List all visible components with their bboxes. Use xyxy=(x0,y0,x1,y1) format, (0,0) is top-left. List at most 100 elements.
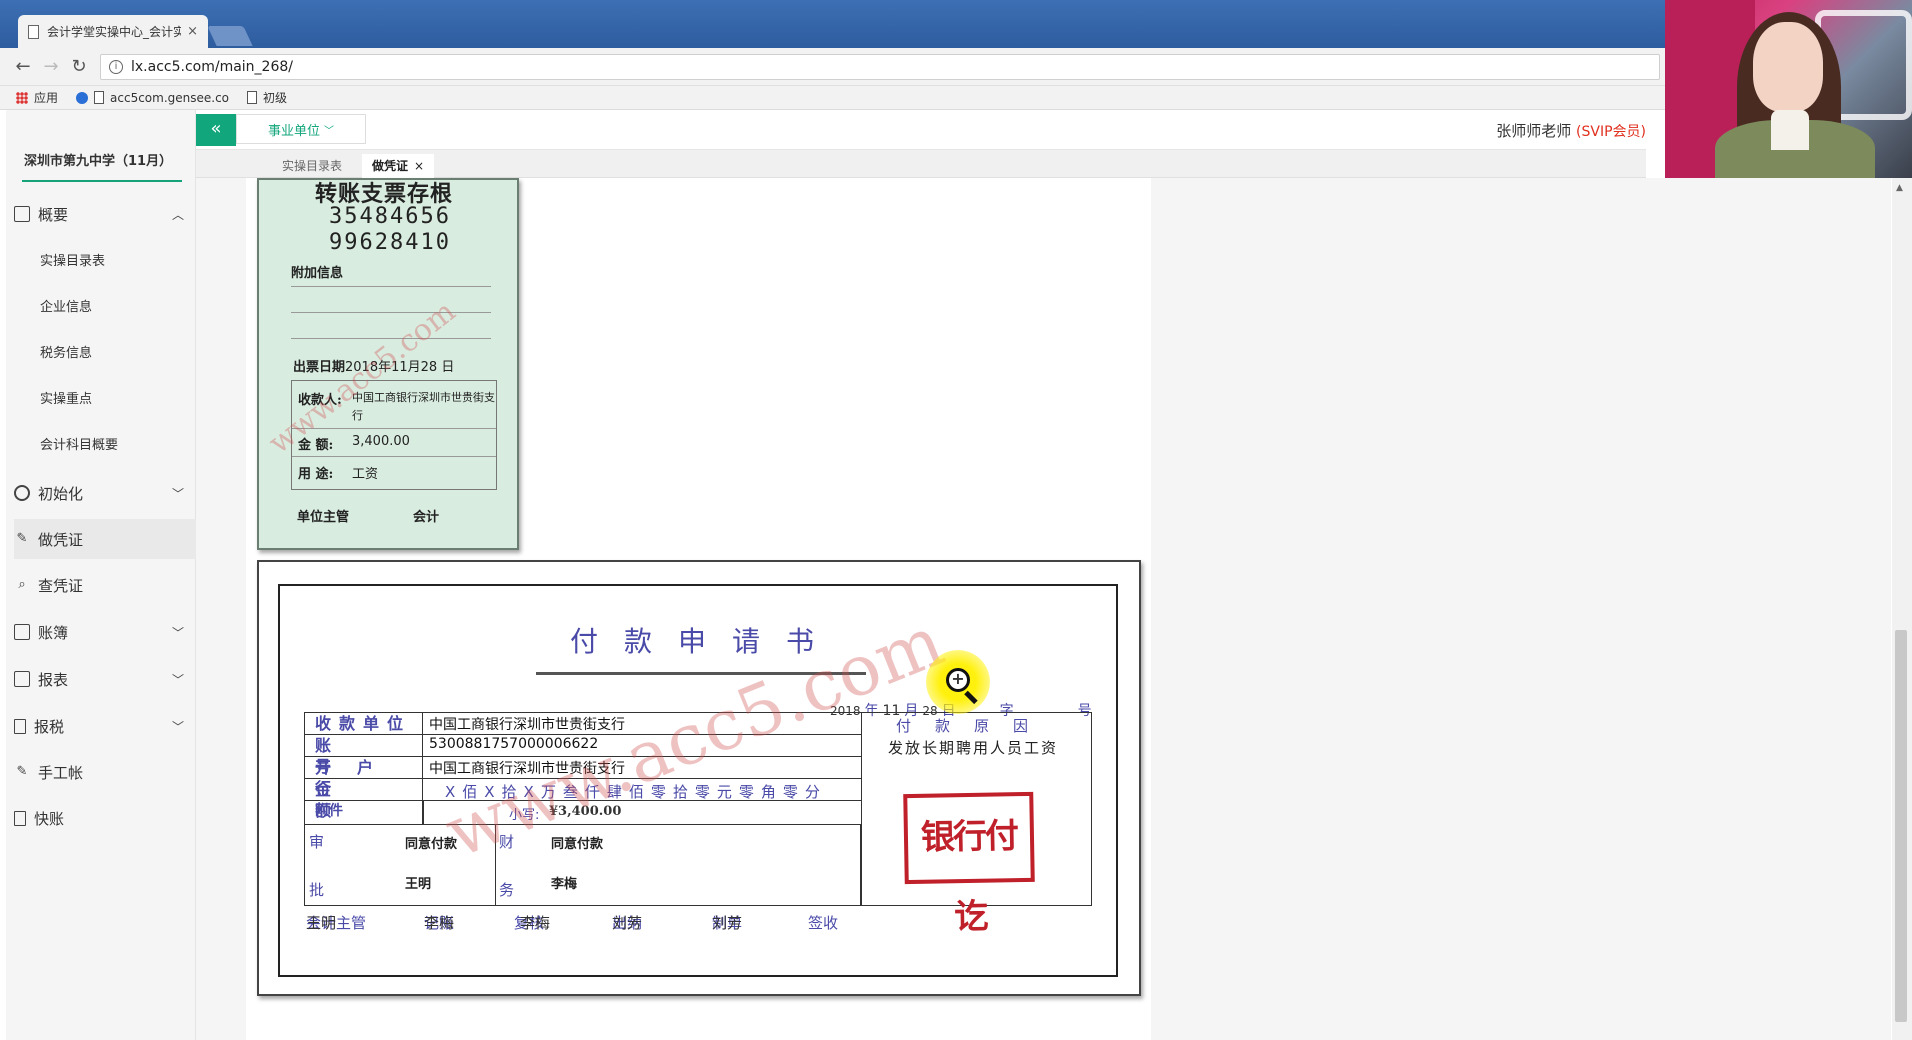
new-tab-button[interactable] xyxy=(207,26,253,46)
menu-ledger[interactable]: 账簿 ﹀ xyxy=(14,612,196,652)
unit-type-select[interactable]: 事业单位 ﹀ xyxy=(236,114,366,144)
bookmarks-bar: 应用 acc5com.gensee.co 初级 xyxy=(0,86,1912,110)
title-underline xyxy=(536,672,866,675)
approval-label: 财 xyxy=(499,833,515,851)
stub-amount-label: 金 额: xyxy=(298,438,334,453)
submenu-accounts-overview[interactable]: 会计科目概要 xyxy=(40,434,118,453)
bank-paid-stamp: 银行付讫 xyxy=(903,791,1035,937)
stub-payee-value: 中国工商银行深圳市世贵街支行 xyxy=(352,391,495,422)
screen: 会计学堂实操中心_会计实 × ← → ↻ i lx.acc5.com/main_… xyxy=(0,0,1912,1040)
scrollbar-thumb[interactable] xyxy=(1895,630,1907,1022)
stub-amount-row: 金 额: 3,400.00 xyxy=(292,429,496,457)
app-topbar: « 事业单位 ﹀ 张师师老师 (SVIP会员) xyxy=(196,110,1646,150)
menu-manual-ledger[interactable]: ✎ 手工帐 xyxy=(14,752,196,792)
user-info[interactable]: 张师师老师 (SVIP会员) xyxy=(1496,120,1646,141)
reload-icon[interactable]: ↻ xyxy=(68,57,90,77)
tab-label: 实操目录表 xyxy=(282,159,343,173)
scroll-up-icon[interactable]: ▲ xyxy=(1896,183,1903,193)
back-icon[interactable]: ← xyxy=(12,57,34,77)
field-label: 金额 xyxy=(305,779,423,820)
form-row-account: 账号 5300881757000006622 xyxy=(305,735,861,776)
reason-column: 付款原因 发放长期聘用人员工资 银行付讫 xyxy=(861,713,1093,937)
browser-tab[interactable]: 会计学堂实操中心_会计实 × xyxy=(18,15,208,48)
chevron-down-icon: ﹀ xyxy=(324,125,334,137)
field-value: 中国工商银行深圳市世贵街支行 xyxy=(429,761,625,777)
form-row-attachment: 附件 小写: ¥3,400.00 xyxy=(305,801,861,825)
stub-amount-value: 3,400.00 xyxy=(352,434,410,449)
report-icon xyxy=(14,671,30,687)
cheque-stub-image: 转账支票存根 35484656 99628410 附加信息 出票日期2018年1… xyxy=(257,178,519,550)
menu-quick-ledger[interactable]: 快账 xyxy=(14,798,196,838)
user-name: 张师师老师 xyxy=(1496,122,1572,140)
footer-value: 李梅 xyxy=(424,914,455,932)
apps-icon xyxy=(16,91,28,104)
form-table: 收款单位 中国工商银行深圳市世贵街支行 账号 53008817570000066… xyxy=(304,712,1093,937)
field-value: 5300881757000006622 xyxy=(429,736,599,752)
footer-value: 王明 xyxy=(306,914,337,932)
stub-extra-info-label: 附加信息 xyxy=(291,266,344,281)
field-label: 账号 xyxy=(305,735,423,776)
menu-make-voucher[interactable]: ✎ 做凭证 xyxy=(14,519,196,559)
info-icon[interactable]: i xyxy=(109,60,123,74)
small-amount-value: ¥3,400.00 xyxy=(549,804,622,819)
collapse-sidebar-button[interactable]: « xyxy=(196,114,236,146)
payment-form: 付款申请书 2018年11月28日字号 收款单位 中国工商银行深圳市世贵街支行 … xyxy=(278,584,1118,977)
stub-issue-date-label: 出票日期 xyxy=(293,360,346,375)
gear-icon xyxy=(14,485,30,501)
stub-supervisor-label: 单位主管 xyxy=(297,510,350,525)
field-label: 开户行 xyxy=(305,757,423,798)
paw-icon xyxy=(76,91,89,104)
bookmark-gensee[interactable]: acc5com.gensee.co xyxy=(76,91,229,105)
submenu-company-info[interactable]: 企业信息 xyxy=(40,296,92,315)
url-text: lx.acc5.com/main_268/ xyxy=(131,59,293,75)
form-row-amount: 金额 X佰X拾X万叁仟肆佰零拾零元零角零分 xyxy=(305,779,861,820)
menu-tax[interactable]: 报税 ﹀ xyxy=(14,706,196,746)
stub-issue-date: 出票日期2018年11月28 日 xyxy=(293,356,454,375)
content-left-gutter xyxy=(196,178,246,1040)
reason-header: 付款原因 xyxy=(896,717,1053,735)
content-right-gutter xyxy=(1151,178,1891,1040)
tab-catalog[interactable]: 实操目录表 xyxy=(272,154,352,178)
payment-form-image: 付款申请书 2018年11月28日字号 收款单位 中国工商银行深圳市世贵街支行 … xyxy=(257,560,1141,996)
zoom-in-icon: + xyxy=(946,668,970,692)
submenu-key-points[interactable]: 实操重点 xyxy=(40,388,92,407)
reason-value: 发放长期聘用人员工资 xyxy=(888,739,1059,757)
menu-overview[interactable]: 概要 ︿ xyxy=(14,194,196,234)
chevron-down-icon: ﹀ xyxy=(171,719,184,734)
submenu-tax-info[interactable]: 税务信息 xyxy=(40,342,92,361)
stub-payee-label: 收款人: xyxy=(298,393,342,408)
menu-query-voucher[interactable]: ⌕ 查凭证 xyxy=(14,565,196,605)
small-amount-label: 小写: xyxy=(509,808,540,823)
vip-badge: (SVIP会员) xyxy=(1576,124,1646,140)
menu-reports[interactable]: 报表 ﹀ xyxy=(14,659,196,699)
close-icon[interactable]: × xyxy=(414,159,424,173)
form-title: 付款申请书 xyxy=(570,625,841,658)
form-row-bank: 开户行 中国工商银行深圳市世贵街支行 xyxy=(305,757,861,798)
browser-navbar: ← → ↻ i lx.acc5.com/main_268/ xyxy=(0,48,1912,86)
bookmark-label: acc5com.gensee.co xyxy=(110,90,230,105)
bookmark-chuji[interactable]: 初级 xyxy=(247,89,287,106)
zoom-in-cursor[interactable]: + xyxy=(926,650,990,714)
ledger-icon xyxy=(14,624,30,640)
address-bar[interactable]: i lx.acc5.com/main_268/ xyxy=(100,54,1660,80)
search-icon: ⌕ xyxy=(18,577,26,592)
divider xyxy=(423,801,424,825)
approval-label: 务 xyxy=(499,881,515,899)
stub-purpose-label: 用 途: xyxy=(298,467,334,482)
menu-label: 概要 xyxy=(38,205,69,224)
approval-label: 批 xyxy=(309,881,325,899)
submenu-catalog[interactable]: 实操目录表 xyxy=(40,250,105,269)
approver-name: 王明 xyxy=(405,877,432,892)
menu-init[interactable]: 初始化 ﹀ xyxy=(14,473,196,513)
document-icon xyxy=(14,718,26,734)
forward-icon[interactable]: → xyxy=(40,57,62,77)
bookmark-label: 初级 xyxy=(263,91,288,105)
sidebar: 深圳市第九中学（11月） 概要 ︿ 实操目录表 企业信息 税务信息 实操重点 会… xyxy=(6,110,196,1040)
stub-line xyxy=(291,312,491,313)
tab-make-voucher[interactable]: 做凭证 × xyxy=(362,154,435,178)
page-tabstrip: 实操目录表 做凭证 × xyxy=(196,150,1646,178)
pencil-icon: ✎ xyxy=(16,764,28,779)
close-tab-icon[interactable]: × xyxy=(187,24,198,39)
bookmark-apps[interactable]: 应用 xyxy=(16,89,58,106)
approval-label: 审 xyxy=(309,833,325,851)
